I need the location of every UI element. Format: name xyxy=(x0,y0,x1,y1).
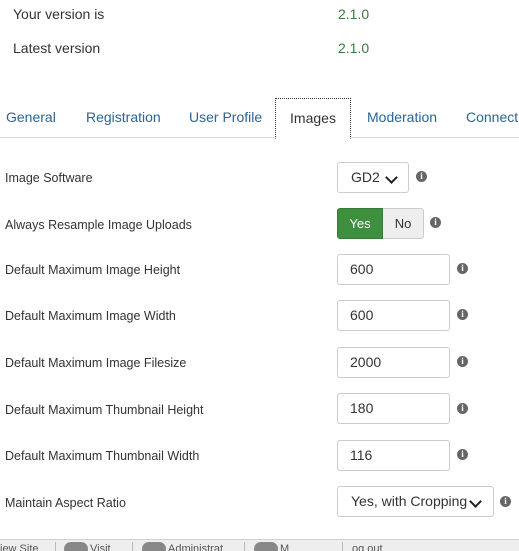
image-software-value: GD2 xyxy=(351,169,380,185)
thumb-width-input[interactable]: 116 xyxy=(337,440,450,471)
chevron-down-icon xyxy=(469,495,482,508)
info-icon[interactable]: i xyxy=(457,356,468,367)
thumb-height-input[interactable]: 180 xyxy=(337,393,450,424)
aspect-ratio-value: Yes, with Cropping xyxy=(351,493,468,509)
info-icon[interactable]: i xyxy=(457,403,468,414)
max-width-input[interactable]: 600 xyxy=(337,300,450,331)
max-height-label: Default Maximum Image Height xyxy=(5,263,181,277)
resample-no-button[interactable]: No xyxy=(383,208,424,239)
status-bar: iew Site Visit Administrat M og out xyxy=(0,539,519,551)
image-software-label: Image Software xyxy=(5,171,93,185)
resample-label: Always Resample Image Uploads xyxy=(5,218,192,232)
max-filesize-label: Default Maximum Image Filesize xyxy=(5,356,187,370)
your-version-value: 2.1.0 xyxy=(338,6,370,22)
your-version-label: Your version is xyxy=(13,6,105,22)
tab-user-profile[interactable]: User Profile xyxy=(189,98,262,137)
aspect-ratio-label: Maintain Aspect Ratio xyxy=(5,496,126,510)
latest-version-label: Latest version xyxy=(13,40,101,56)
info-icon[interactable]: i xyxy=(416,171,427,182)
info-icon[interactable]: i xyxy=(457,449,468,460)
max-width-label: Default Maximum Image Width xyxy=(5,309,176,323)
latest-version-value: 2.1.0 xyxy=(338,40,370,56)
tab-images[interactable]: Images xyxy=(275,98,351,139)
tab-connections[interactable]: Connecti xyxy=(466,98,519,137)
info-icon[interactable]: i xyxy=(430,217,441,228)
info-icon[interactable]: i xyxy=(457,263,468,274)
thumb-height-label: Default Maximum Thumbnail Height xyxy=(5,403,204,417)
tab-general[interactable]: General xyxy=(6,98,56,137)
max-height-input[interactable]: 600 xyxy=(337,254,450,285)
resample-yes-button[interactable]: Yes xyxy=(337,208,383,239)
tab-moderation[interactable]: Moderation xyxy=(367,98,437,137)
max-filesize-input[interactable]: 2000 xyxy=(337,347,450,378)
info-icon[interactable]: i xyxy=(500,496,511,507)
image-software-select[interactable]: GD2 xyxy=(337,162,409,193)
tabs-divider xyxy=(0,137,519,138)
thumb-width-label: Default Maximum Thumbnail Width xyxy=(5,449,200,463)
chevron-down-icon xyxy=(385,171,398,184)
tab-registration[interactable]: Registration xyxy=(86,98,161,137)
info-icon[interactable]: i xyxy=(457,309,468,320)
aspect-ratio-select[interactable]: Yes, with Cropping xyxy=(337,486,494,517)
